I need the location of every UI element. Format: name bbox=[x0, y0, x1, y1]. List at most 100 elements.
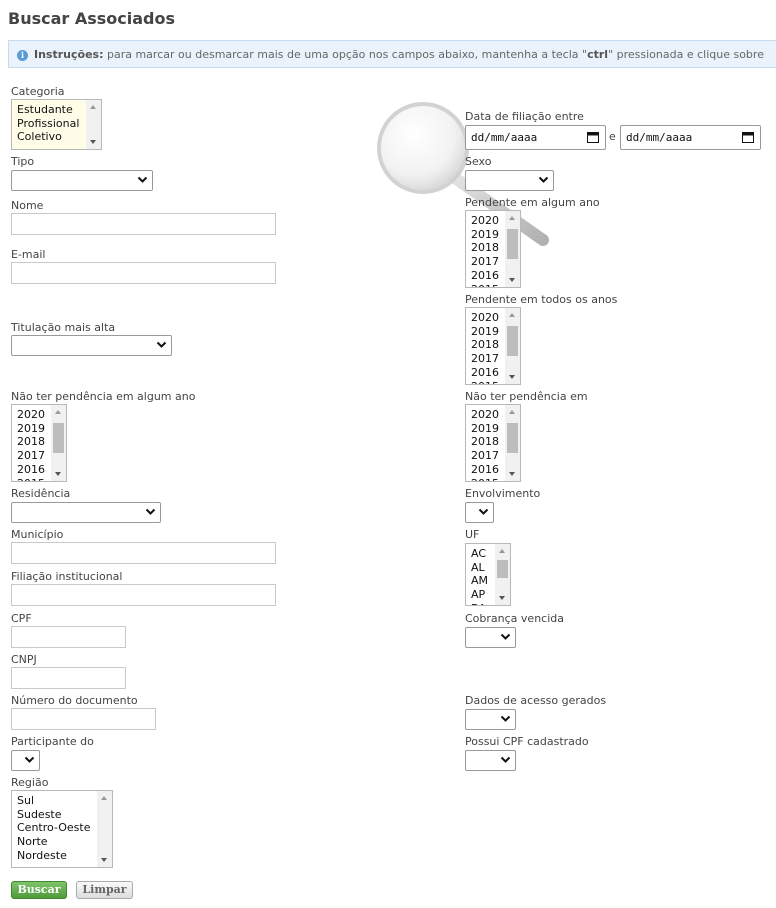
instructions-banner: i Instruções: para marcar ou desmarcar ma… bbox=[8, 40, 776, 68]
buscar-button[interactable]: Buscar bbox=[11, 881, 67, 899]
possui-cpf-select[interactable] bbox=[465, 750, 516, 771]
list-option[interactable]: 2016 bbox=[471, 366, 499, 380]
scroll-thumb[interactable] bbox=[53, 423, 64, 453]
pendente-todos-listbox[interactable]: 2020 2019 2018 2017 2016 2015 bbox=[465, 307, 521, 385]
list-option[interactable]: 2019 bbox=[471, 422, 499, 436]
list-option[interactable]: 2020 bbox=[471, 214, 499, 228]
list-option[interactable]: 2019 bbox=[471, 228, 499, 242]
chevron-down-icon bbox=[538, 176, 549, 183]
filiacao-inst-label: Filiação institucional bbox=[11, 570, 123, 583]
list-option[interactable]: 2018 bbox=[471, 338, 499, 352]
scroll-up-icon[interactable] bbox=[509, 410, 515, 414]
data-filiacao-label: Data de filiação entre bbox=[465, 110, 584, 123]
list-option[interactable]: 2015 bbox=[17, 477, 45, 481]
envolvimento-select[interactable] bbox=[465, 502, 494, 523]
scroll-down-icon[interactable] bbox=[101, 858, 107, 862]
uf-listbox[interactable]: AC AL AM AP BA bbox=[465, 543, 511, 606]
list-option[interactable]: 2016 bbox=[471, 463, 499, 477]
list-option[interactable]: 2019 bbox=[471, 325, 499, 339]
scrollbar[interactable] bbox=[505, 405, 520, 481]
scroll-down-icon[interactable] bbox=[509, 472, 515, 476]
filiacao-inst-input[interactable] bbox=[11, 584, 276, 606]
dados-acesso-select[interactable] bbox=[465, 709, 516, 730]
scrollbar[interactable] bbox=[505, 211, 520, 287]
regiao-listbox[interactable]: Sul Sudeste Centro-Oeste Norte Nordeste bbox=[11, 790, 113, 868]
num-doc-input[interactable] bbox=[11, 708, 156, 730]
scroll-down-icon[interactable] bbox=[509, 375, 515, 379]
list-option[interactable]: AP bbox=[471, 588, 488, 602]
scrollbar[interactable] bbox=[505, 308, 520, 384]
list-option[interactable]: 2020 bbox=[17, 408, 45, 422]
chevron-down-icon bbox=[478, 508, 489, 515]
categoria-listbox[interactable]: Estudante Profissional Coletivo bbox=[11, 99, 102, 150]
scroll-down-icon[interactable] bbox=[499, 596, 505, 600]
scroll-down-icon[interactable] bbox=[509, 278, 515, 282]
scroll-thumb[interactable] bbox=[507, 326, 518, 356]
data-filiacao-start-input[interactable]: dd/mm/aaaa bbox=[465, 125, 606, 150]
nome-input[interactable] bbox=[11, 213, 276, 235]
list-option[interactable]: AC bbox=[471, 547, 488, 561]
nao-pend-algum-listbox[interactable]: 2020 2019 2018 2017 2016 2015 bbox=[11, 404, 67, 482]
scrollbar[interactable] bbox=[51, 405, 66, 481]
list-option[interactable]: 2020 bbox=[471, 408, 499, 422]
list-option[interactable]: 2015 bbox=[471, 283, 499, 287]
scroll-up-icon[interactable] bbox=[499, 549, 505, 553]
data-filiacao-end-input[interactable]: dd/mm/aaaa bbox=[620, 125, 761, 150]
scroll-down-icon[interactable] bbox=[90, 140, 96, 144]
list-option[interactable]: 2015 bbox=[471, 477, 499, 481]
email-input[interactable] bbox=[11, 262, 276, 284]
instructions-text-2: " pressionada e clique sobre bbox=[608, 48, 764, 61]
tipo-select[interactable] bbox=[11, 170, 153, 191]
municipio-input[interactable] bbox=[11, 542, 276, 564]
cpf-input[interactable] bbox=[11, 626, 126, 648]
list-option[interactable]: AM bbox=[471, 574, 488, 588]
chevron-down-icon bbox=[24, 756, 35, 763]
list-option[interactable]: Estudante bbox=[17, 103, 79, 117]
list-option[interactable]: AL bbox=[471, 561, 488, 575]
scroll-thumb[interactable] bbox=[497, 560, 508, 578]
list-option[interactable]: BA bbox=[471, 602, 488, 605]
limpar-button[interactable]: Limpar bbox=[76, 881, 133, 899]
list-option[interactable]: 2019 bbox=[17, 422, 45, 436]
scrollbar[interactable] bbox=[495, 544, 510, 605]
scrollbar[interactable] bbox=[97, 791, 112, 867]
cobranca-select[interactable] bbox=[465, 627, 516, 648]
calendar-icon[interactable] bbox=[587, 131, 599, 143]
list-option[interactable]: Coletivo bbox=[17, 130, 79, 144]
scroll-down-icon[interactable] bbox=[55, 472, 61, 476]
list-option[interactable]: 2015 bbox=[471, 380, 499, 384]
nao-pend-em-listbox[interactable]: 2020 2019 2018 2017 2016 2015 bbox=[465, 404, 521, 482]
list-option[interactable]: Profissional bbox=[17, 117, 79, 131]
pendente-algum-listbox[interactable]: 2020 2019 2018 2017 2016 2015 bbox=[465, 210, 521, 288]
list-option[interactable]: 2018 bbox=[17, 435, 45, 449]
scroll-up-icon[interactable] bbox=[509, 313, 515, 317]
scroll-up-icon[interactable] bbox=[101, 796, 107, 800]
cnpj-input[interactable] bbox=[11, 667, 126, 689]
scrollbar[interactable] bbox=[86, 100, 101, 149]
scroll-up-icon[interactable] bbox=[55, 410, 61, 414]
list-option[interactable]: Sul bbox=[17, 794, 90, 808]
list-option[interactable]: Nordeste bbox=[17, 849, 90, 863]
titulacao-select[interactable] bbox=[11, 335, 172, 356]
list-option[interactable]: 2016 bbox=[471, 269, 499, 283]
list-option[interactable]: 2017 bbox=[471, 352, 499, 366]
nome-label: Nome bbox=[11, 199, 44, 212]
scroll-up-icon[interactable] bbox=[509, 216, 515, 220]
scroll-thumb[interactable] bbox=[507, 423, 518, 453]
participante-select[interactable] bbox=[11, 750, 40, 771]
list-option[interactable]: 2017 bbox=[17, 449, 45, 463]
list-option[interactable]: 2017 bbox=[471, 255, 499, 269]
list-option[interactable]: 2016 bbox=[17, 463, 45, 477]
calendar-icon[interactable] bbox=[742, 131, 754, 143]
list-option[interactable]: Sudeste bbox=[17, 808, 90, 822]
list-option[interactable]: Centro-Oeste bbox=[17, 821, 90, 835]
list-option[interactable]: Norte bbox=[17, 835, 90, 849]
list-option[interactable]: 2018 bbox=[471, 241, 499, 255]
scroll-up-icon[interactable] bbox=[90, 105, 96, 109]
scroll-thumb[interactable] bbox=[507, 229, 518, 259]
list-option[interactable]: 2017 bbox=[471, 449, 499, 463]
list-option[interactable]: 2020 bbox=[471, 311, 499, 325]
list-option[interactable]: 2018 bbox=[471, 435, 499, 449]
residencia-select[interactable] bbox=[11, 502, 161, 523]
sexo-select[interactable] bbox=[465, 170, 554, 191]
